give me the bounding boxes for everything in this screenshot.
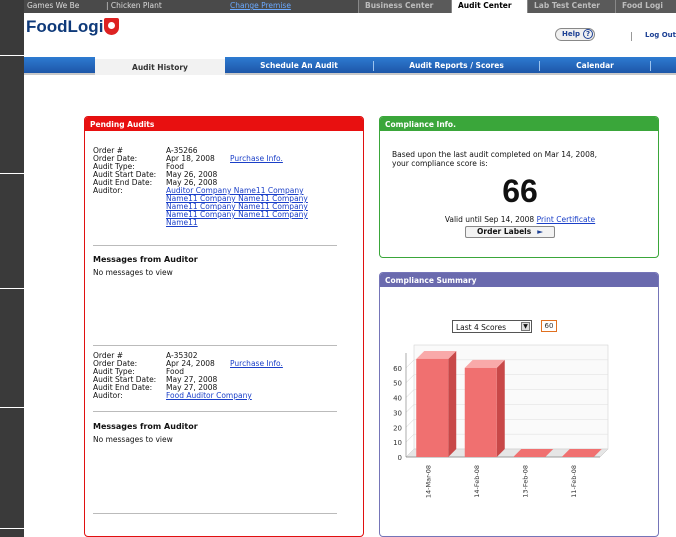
chart-gridline (405, 419, 415, 428)
scores-select-value: Last 4 Scores (456, 323, 507, 332)
help-button[interactable]: Help? (555, 28, 595, 41)
bar-side (448, 350, 457, 457)
auditor-link[interactable]: Food Auditor Company (166, 392, 252, 400)
compliance-info-panel: Compliance Info. Based upon the last aud… (379, 116, 659, 258)
dropdown-arrow-icon: ▼ (521, 322, 530, 331)
compliance-text-line: Based upon the last audit completed on M… (392, 150, 597, 159)
frame-tick (0, 55, 24, 56)
order-labels-button[interactable]: Order Labels ► (465, 226, 555, 238)
section-divider (93, 513, 337, 514)
tab-lab-test-center[interactable]: Lab Test Center (527, 0, 615, 13)
y-tick-label: 50 (393, 380, 402, 388)
section-divider (93, 411, 337, 412)
top-bar: Games We Be | Chicken Plant Change Premi… (24, 0, 676, 13)
auditor-label: Auditor: (93, 391, 123, 400)
header-separator (631, 32, 632, 41)
question-icon: ? (583, 29, 594, 39)
foodlogiq-logo[interactable]: FoodLogi (26, 17, 120, 37)
logo-text: FoodLogi (26, 17, 104, 36)
messages-empty: No messages to view (93, 435, 173, 444)
x-tick-label: 13-Feb-08 (521, 465, 529, 498)
nav-audit-reports[interactable]: Audit Reports / Scores (374, 57, 539, 75)
tab-business-center[interactable]: Business Center (358, 0, 451, 13)
compliance-score: 66 (502, 173, 538, 209)
scores-select[interactable]: Last 4 Scores ▼ (452, 320, 532, 333)
chart-bar (416, 358, 449, 457)
frame-tick (0, 173, 24, 174)
y-tick-label: 60 (393, 365, 402, 373)
purchase-info-link[interactable]: Purchase Info. (230, 155, 283, 163)
chart-gridline (405, 359, 415, 369)
y-tick-label: 20 (393, 424, 402, 432)
frame-tick (0, 407, 24, 408)
chart-gridline (405, 389, 415, 398)
main-nav: Audit History Schedule An Audit Audit Re… (24, 57, 676, 75)
compliance-description: Based upon the last audit completed on M… (392, 150, 652, 168)
compliance-text-line: your compliance score is: (392, 159, 488, 168)
bar-side (496, 359, 505, 457)
chart-gridline (405, 404, 415, 413)
logout-link[interactable]: Log Out (645, 31, 676, 39)
compliance-summary-title: Compliance Summary (380, 273, 658, 287)
play-arrow-icon: ► (537, 227, 543, 236)
auditor-label: Auditor: (93, 186, 123, 195)
pending-audits-title: Pending Audits (85, 117, 363, 131)
pending-audits-panel: Pending Audits Order # A-35266 Order Date… (84, 116, 364, 537)
purchase-info-link[interactable]: Purchase Info. (230, 360, 283, 368)
messages-title: Messages from Auditor (93, 422, 198, 431)
frame-tick (0, 528, 24, 529)
chart-gridline (405, 374, 415, 383)
valid-until-text: Valid until Sep 14, 2008 (444, 215, 535, 224)
nav-schedule-audit[interactable]: Schedule An Audit (225, 57, 373, 75)
compliance-summary-panel: Compliance Summary Last 4 Scores ▼ 60 0 1… (379, 272, 659, 537)
x-tick-label: 14-Feb-08 (473, 465, 481, 498)
frame-tick (0, 288, 24, 289)
x-tick-label: 14-Mar-08 (424, 465, 432, 498)
chart-gridline (405, 433, 415, 443)
help-label: Help (562, 30, 581, 38)
section-divider (93, 345, 337, 346)
nav-divider (650, 61, 651, 71)
section-divider (93, 245, 337, 246)
auditor-link[interactable]: Name11 (166, 219, 198, 227)
messages-title: Messages from Auditor (93, 255, 198, 264)
change-premise-link[interactable]: Change Premise (230, 1, 291, 10)
nav-audit-history[interactable]: Audit History (95, 57, 225, 75)
tab-food-logi[interactable]: Food Logi (615, 0, 676, 13)
app-window: Games We Be | Chicken Plant Change Premi… (24, 0, 676, 537)
nav-calendar[interactable]: Calendar (540, 57, 650, 75)
plant-name: | Chicken Plant (106, 1, 162, 10)
compliance-info-title: Compliance Info. (380, 117, 658, 131)
left-frame-bar (0, 0, 24, 537)
y-tick-label: 0 (398, 454, 402, 462)
y-tick-label: 30 (393, 409, 402, 417)
chart-bar (464, 367, 497, 457)
score-badge: 60 (541, 320, 557, 332)
logo-shield-icon (104, 18, 120, 35)
tab-audit-center[interactable]: Audit Center (451, 0, 527, 13)
x-tick-label: 11-Feb-08 (570, 465, 578, 498)
y-tick-label: 40 (393, 395, 402, 403)
compliance-bar-chart: 0 10 20 30 40 50 60 14-Mar-08 14-Feb-08 13-Feb-08… (393, 344, 609, 498)
order-labels-label: Order Labels (477, 227, 532, 236)
messages-empty: No messages to view (93, 268, 173, 277)
print-certificate-link[interactable]: Print Certificate (537, 215, 596, 224)
valid-until-line: Valid until Sep 14, 2008 Print Certifica… (380, 215, 660, 224)
y-tick-label: 10 (393, 439, 402, 447)
site-name: Games We Be (27, 1, 80, 10)
